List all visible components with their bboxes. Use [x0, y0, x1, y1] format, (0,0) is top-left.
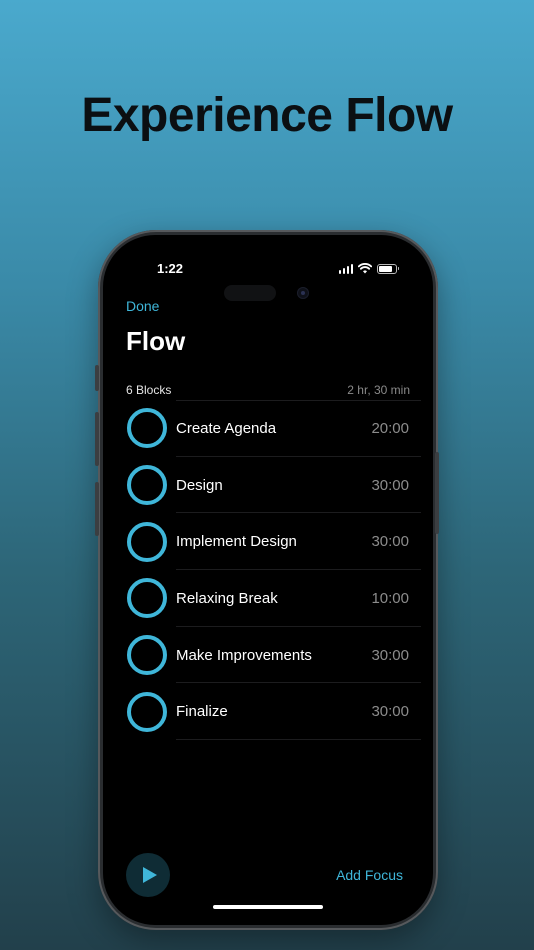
list-item[interactable]: Finalize 30:00 — [103, 683, 433, 741]
cellular-signal-icon — [338, 263, 353, 274]
add-focus-button[interactable]: Add Focus — [336, 867, 403, 883]
total-duration: 2 hr, 30 min — [347, 383, 410, 397]
block-name: Make Improvements — [176, 646, 312, 664]
list-item[interactable]: Implement Design 30:00 — [103, 513, 433, 571]
block-duration: 30:00 — [371, 646, 409, 664]
phone-power-button — [435, 452, 439, 534]
block-duration: 20:00 — [371, 419, 409, 437]
block-count: 6 Blocks — [126, 383, 172, 397]
block-name: Implement Design — [176, 533, 297, 551]
list-item[interactable]: Make Improvements 30:00 — [103, 627, 433, 684]
progress-ring-icon[interactable] — [127, 465, 167, 506]
block-duration: 10:00 — [371, 589, 409, 607]
row-divider — [176, 739, 421, 741]
play-button[interactable] — [126, 853, 170, 897]
block-name: Relaxing Break — [176, 589, 278, 607]
progress-ring-icon[interactable] — [127, 635, 167, 676]
block-duration: 30:00 — [371, 703, 409, 721]
blocks-summary: 6 Blocks 2 hr, 30 min — [126, 383, 410, 397]
app-screen: 1:22 Done Flow 6 Blocks 2 hr, 30 min Cre… — [103, 235, 433, 925]
progress-ring-icon[interactable] — [127, 578, 167, 619]
list-item[interactable]: Relaxing Break 10:00 — [103, 570, 433, 627]
progress-ring-icon[interactable] — [127, 408, 167, 449]
progress-ring-icon[interactable] — [127, 691, 167, 732]
camera-icon — [297, 287, 309, 299]
phone-volume-down-button — [95, 482, 99, 536]
dynamic-island — [224, 285, 276, 301]
block-name: Design — [176, 476, 223, 494]
progress-ring-icon[interactable] — [127, 521, 167, 562]
block-name: Create Agenda — [176, 419, 277, 437]
block-name: Finalize — [176, 703, 228, 721]
block-duration: 30:00 — [371, 533, 409, 551]
status-time: 1:22 — [157, 261, 184, 276]
page-title: Flow — [126, 326, 186, 356]
wifi-icon — [358, 263, 372, 274]
list-item[interactable]: Design 30:00 — [103, 457, 433, 514]
play-icon — [142, 867, 157, 883]
status-bar: 1:22 — [103, 259, 433, 301]
phone-action-button — [95, 365, 99, 391]
phone-volume-up-button — [95, 412, 99, 466]
headline: Experience Flow — [81, 89, 453, 142]
list-item[interactable]: Create Agenda 20:00 — [103, 400, 433, 457]
battery-icon — [377, 263, 399, 274]
done-button[interactable]: Done — [126, 298, 159, 314]
home-indicator[interactable] — [213, 905, 323, 909]
status-icons — [338, 263, 399, 274]
block-duration: 30:00 — [371, 476, 409, 494]
block-list: Create Agenda 20:00 Design 30:00 Impleme… — [103, 400, 433, 741]
